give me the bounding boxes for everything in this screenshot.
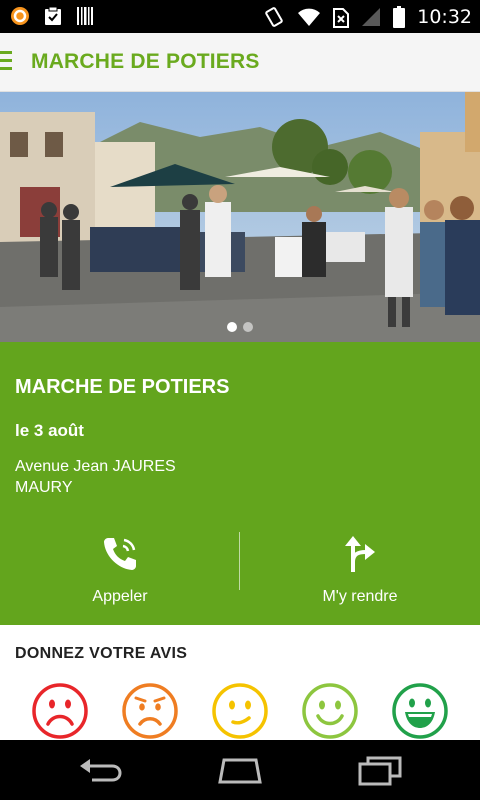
status-bar: 10:32 bbox=[0, 0, 480, 33]
battery-icon bbox=[393, 5, 406, 28]
no-sim-icon bbox=[333, 7, 350, 28]
vibrate-icon bbox=[265, 6, 284, 27]
home-icon[interactable] bbox=[216, 754, 264, 786]
page-title: MARCHE DE POTIERS bbox=[31, 50, 260, 73]
app-bar: MARCHE DE POTIERS bbox=[0, 33, 480, 92]
system-nav-bar bbox=[0, 740, 480, 800]
neutral-face-icon[interactable] bbox=[211, 682, 269, 740]
wifi-icon bbox=[298, 8, 321, 26]
clipboard-check-icon bbox=[45, 6, 61, 25]
directions-button[interactable]: M'y rendre bbox=[240, 532, 480, 612]
carousel-dot-1[interactable] bbox=[227, 322, 237, 332]
signal-icon bbox=[362, 7, 381, 26]
rating-faces bbox=[0, 682, 480, 742]
back-icon[interactable] bbox=[76, 754, 124, 786]
event-info-panel: MARCHE DE POTIERS le 3 août Avenue Jean … bbox=[0, 342, 480, 625]
call-button[interactable]: Appeler bbox=[0, 532, 240, 612]
very-unhappy-face-icon[interactable] bbox=[31, 682, 89, 740]
directions-label: M'y rendre bbox=[322, 588, 398, 605]
very-happy-face-icon[interactable] bbox=[391, 682, 449, 740]
carousel-indicator bbox=[0, 322, 480, 332]
call-label: Appeler bbox=[92, 588, 148, 605]
app-notification-icon bbox=[11, 7, 29, 25]
event-date: le 3 août bbox=[15, 421, 84, 440]
event-photo-carousel[interactable] bbox=[0, 92, 480, 342]
unhappy-face-icon[interactable] bbox=[121, 682, 179, 740]
recent-apps-icon[interactable] bbox=[356, 754, 404, 786]
hamburger-menu-icon[interactable] bbox=[0, 51, 14, 73]
happy-face-icon[interactable] bbox=[301, 682, 359, 740]
carousel-dot-2[interactable] bbox=[243, 322, 253, 332]
directions-arrow-icon bbox=[345, 536, 375, 572]
phone-icon bbox=[104, 538, 136, 570]
event-title: MARCHE DE POTIERS bbox=[15, 376, 230, 398]
market-photo bbox=[0, 92, 480, 342]
barcode-icon bbox=[77, 7, 93, 25]
review-section: DONNEZ VOTRE AVIS bbox=[0, 625, 480, 740]
clock: 10:32 bbox=[417, 5, 472, 28]
event-address-street: Avenue Jean JAURES bbox=[15, 458, 176, 475]
review-title: DONNEZ VOTRE AVIS bbox=[15, 645, 188, 662]
event-address-city: MAURY bbox=[15, 479, 73, 496]
